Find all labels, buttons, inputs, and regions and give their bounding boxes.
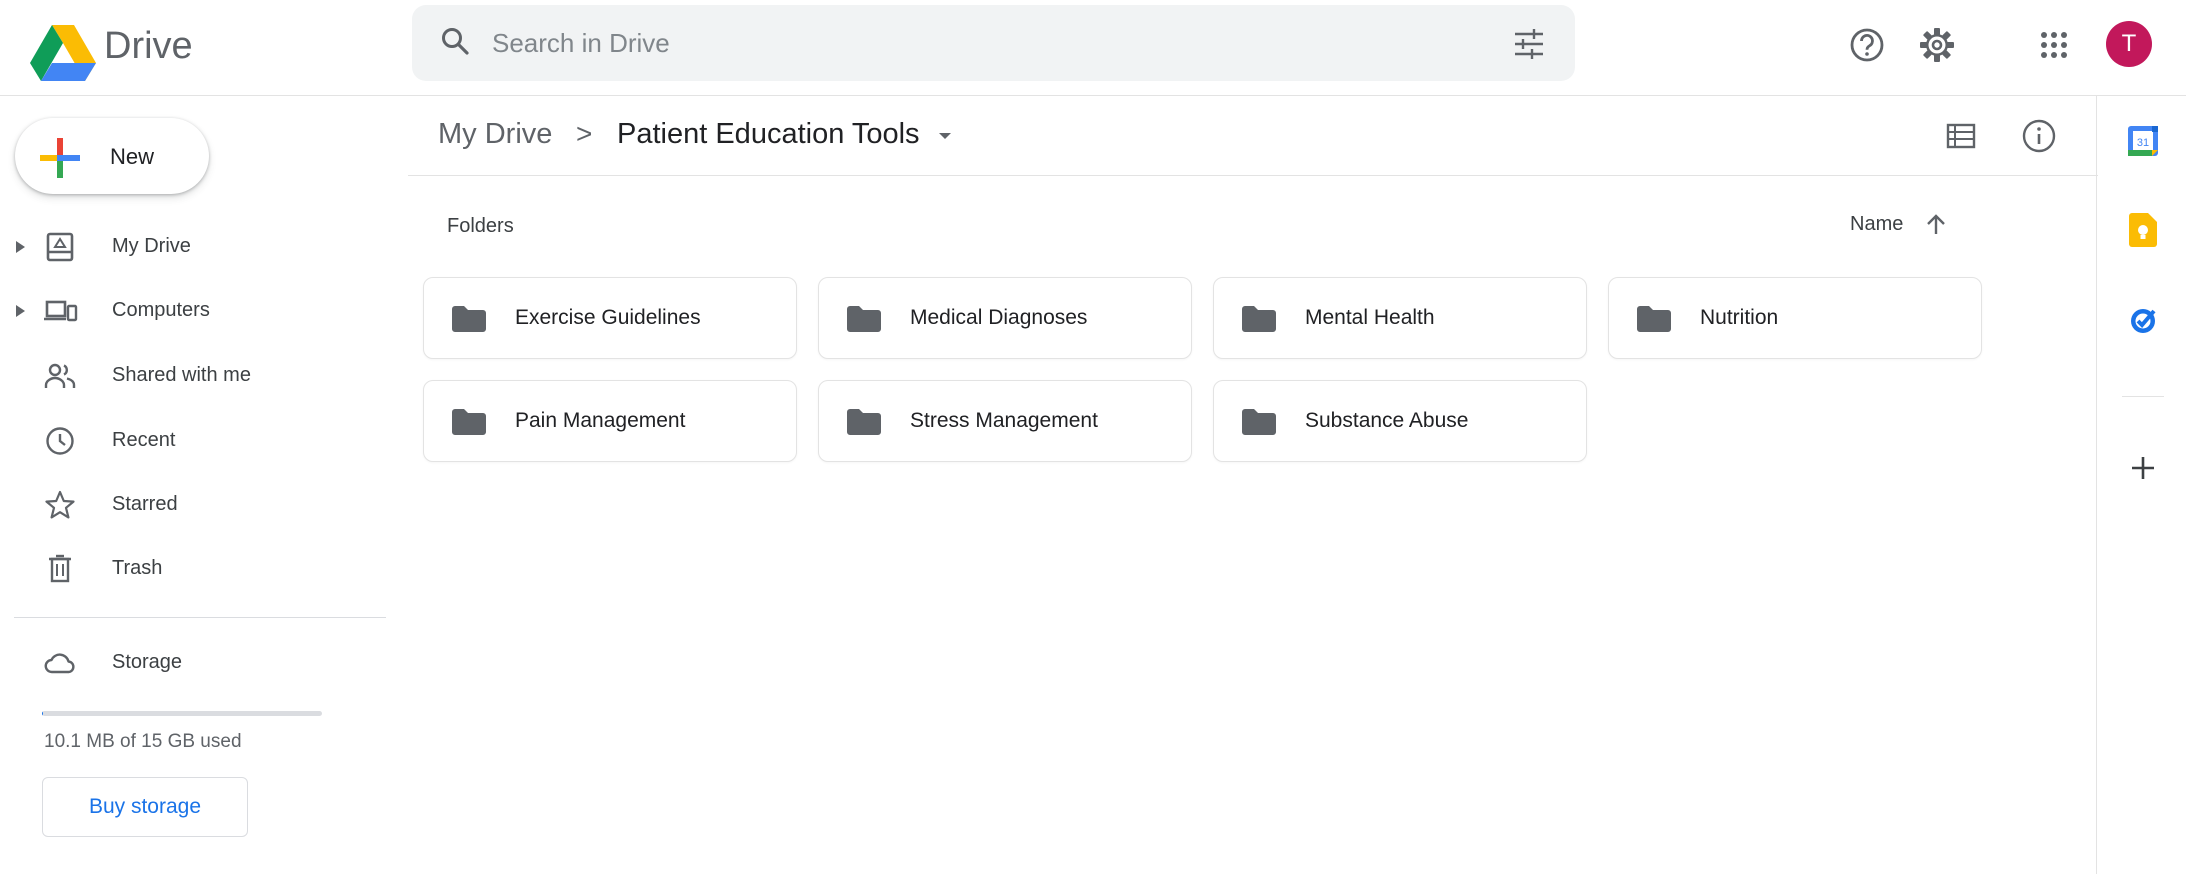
sidebar-item-label: My Drive [112, 235, 191, 257]
sort-arrow-up-icon[interactable] [1925, 212, 1947, 236]
search-options-icon[interactable] [1512, 28, 1546, 60]
folder-card[interactable]: Substance Abuse [1213, 380, 1587, 462]
sidebar-item-trash[interactable]: Trash [0, 540, 390, 598]
sidebar-item-shared-with-me[interactable]: Shared with me [0, 347, 390, 405]
folder-name: Exercise Guidelines [515, 306, 701, 329]
expand-arrow-icon[interactable] [14, 304, 26, 318]
plus-icon [40, 138, 80, 178]
folder-icon [452, 306, 486, 332]
account-avatar[interactable]: T [2106, 21, 2152, 67]
folder-card[interactable]: Exercise Guidelines [423, 277, 797, 359]
folder-name: Nutrition [1700, 306, 1779, 329]
folder-icon [1242, 409, 1276, 435]
app-name[interactable]: Drive [104, 24, 193, 68]
trash-icon [44, 554, 76, 584]
search-icon[interactable] [438, 24, 472, 58]
sidebar-item-label: Starred [112, 493, 178, 515]
folder-icon [847, 409, 881, 435]
storage-usage-fill [42, 711, 44, 716]
sidebar-item-my-drive[interactable]: My Drive [0, 218, 390, 276]
sidebar-item-label: Computers [112, 299, 210, 321]
sidebar-item-label: Recent [112, 429, 176, 451]
folder-name: Substance Abuse [1305, 409, 1469, 432]
folder-card[interactable]: Stress Management [818, 380, 1192, 462]
tasks-icon[interactable] [2126, 303, 2160, 337]
drive-logo-icon[interactable] [30, 25, 96, 81]
sidebar-item-label: Shared with me [112, 364, 251, 386]
folder-name: Mental Health [1305, 306, 1435, 329]
svg-text:31: 31 [2137, 137, 2149, 149]
folder-icon [1242, 306, 1276, 332]
cloud-icon [44, 648, 76, 678]
chevron-down-icon[interactable] [938, 131, 952, 141]
sidebar-item-label: Storage [112, 651, 183, 673]
sidebar-item-storage[interactable]: Storage [0, 634, 390, 692]
storage-usage-bar [42, 711, 322, 716]
settings-gear-icon[interactable] [1918, 26, 1956, 64]
computers-icon [44, 296, 78, 326]
sidebar-divider [14, 617, 386, 618]
shared-icon [44, 361, 76, 391]
keep-icon[interactable] [2127, 213, 2159, 247]
help-icon[interactable] [1849, 27, 1885, 63]
side-panel-divider [2096, 95, 2097, 874]
breadcrumb-current-folder[interactable]: Patient Education Tools [617, 118, 920, 151]
sidebar-item-recent[interactable]: Recent [0, 412, 390, 470]
folder-icon [847, 306, 881, 332]
add-icon[interactable] [2129, 454, 2157, 482]
my-drive-icon [44, 232, 76, 262]
sidebar-item-starred[interactable]: Starred [0, 476, 390, 534]
sort-by-name-button[interactable]: Name [1850, 213, 1903, 236]
list-view-icon[interactable] [1946, 122, 1976, 150]
folder-card[interactable]: Mental Health [1213, 277, 1587, 359]
folder-card[interactable]: Medical Diagnoses [818, 277, 1192, 359]
info-icon[interactable] [2021, 118, 2057, 154]
expand-arrow-icon[interactable] [14, 240, 26, 254]
buy-storage-button[interactable]: Buy storage [42, 777, 248, 837]
sidebar-item-computers[interactable]: Computers [0, 282, 390, 340]
header-divider [408, 175, 2098, 176]
apps-grid-icon[interactable] [2039, 30, 2069, 60]
new-button-label: New [110, 144, 155, 169]
side-panel-separator [2122, 396, 2164, 397]
folder-icon [1637, 306, 1671, 332]
storage-usage-text: 10.1 MB of 15 GB used [44, 731, 242, 752]
search-input[interactable] [490, 16, 1394, 70]
folder-name: Pain Management [515, 409, 686, 432]
clock-icon [44, 426, 76, 456]
sidebar-item-label: Trash [112, 557, 163, 579]
star-icon [44, 490, 76, 520]
breadcrumb-my-drive[interactable]: My Drive [438, 118, 552, 151]
folder-name: Stress Management [910, 409, 1098, 432]
folder-card[interactable]: Pain Management [423, 380, 797, 462]
folder-card[interactable]: Nutrition [1608, 277, 1982, 359]
folder-name: Medical Diagnoses [910, 306, 1088, 329]
folders-section-label: Folders [447, 215, 514, 237]
folder-icon [452, 409, 486, 435]
calendar-icon[interactable]: 31 [2126, 124, 2160, 158]
breadcrumb-separator: > [576, 118, 593, 149]
